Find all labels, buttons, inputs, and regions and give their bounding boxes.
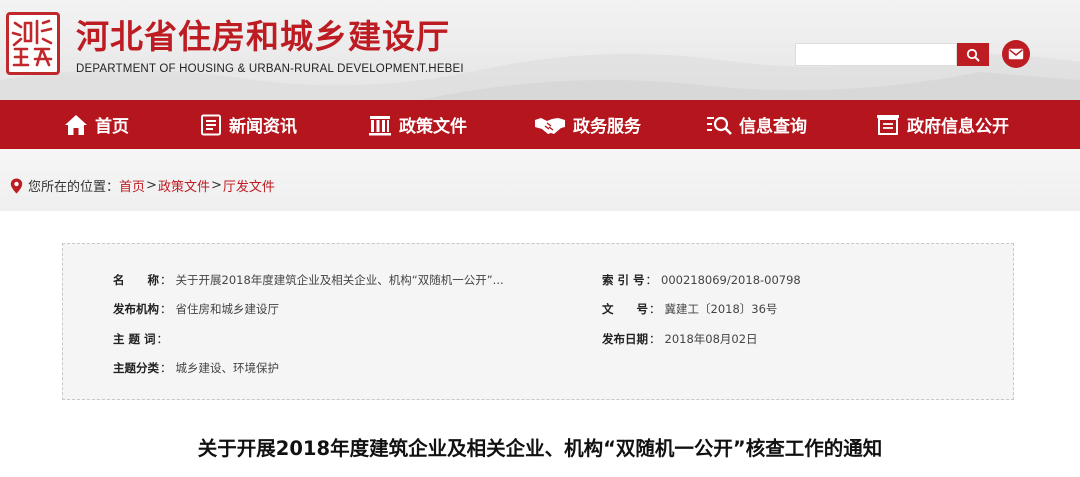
search-icon <box>966 48 980 62</box>
info-keywords-label: 主 题 词 <box>113 332 156 346</box>
info-colon: ： <box>649 332 661 346</box>
document-title: 关于开展2018年度建筑企业及相关企业、机构“双随机一公开”核查工作的通知 <box>197 437 883 460</box>
info-colon: ： <box>645 273 658 287</box>
info-keywords: 主 题 词： <box>113 331 172 347</box>
nav-label: 新闻资讯 <box>229 117 297 137</box>
info-colon: ： <box>649 302 661 316</box>
info-docno-label: 文 号 <box>602 302 648 316</box>
logo-seal <box>6 12 60 75</box>
info-category: 主题分类：城乡建设、环境保护 <box>113 360 279 376</box>
breadcrumb-prefix: 您所在的位置： <box>28 180 120 195</box>
search-input[interactable] <box>795 43 957 66</box>
nav-item-disclosure[interactable]: 政府信息公开 <box>876 100 1009 149</box>
info-index: 索 引 号： 000218069/2018-00798 <box>602 272 801 288</box>
info-date: 发布日期： 2018年08月02日 <box>602 331 758 347</box>
info-org-label: 发布机构 <box>113 302 159 316</box>
nav-label: 政策文件 <box>399 117 467 137</box>
breadcrumb-home[interactable]: 首页 <box>119 176 145 195</box>
nav-label: 信息查询 <box>739 117 807 137</box>
info-name: 名 称：关于开展2018年度建筑企业及相关企业、机构“双随机一公开”... <box>113 272 504 288</box>
mail-button[interactable] <box>1002 40 1030 68</box>
building-icon <box>369 115 391 135</box>
newspaper-icon <box>201 114 221 135</box>
info-index-value: 000218069/2018-00798 <box>661 273 801 287</box>
home-icon <box>65 114 87 135</box>
info-colon: ： <box>160 273 172 287</box>
site-header: 河北省住房和城乡建设厅 DEPARTMENT OF HOUSING & URBA… <box>0 0 1080 100</box>
info-date-value: 2018年08月02日 <box>664 332 758 346</box>
nav-item-query[interactable]: 信息查询 <box>706 100 807 149</box>
info-category-label: 主题分类 <box>113 361 159 375</box>
breadcrumb: 您所在的位置： 首页 > 政策文件 > 厅发文件 <box>10 176 275 195</box>
document-info-box <box>62 243 1014 400</box>
info-docno-value: 冀建工〔2018〕36号 <box>664 302 778 316</box>
site-subtitle: DEPARTMENT OF HOUSING & URBAN-RURAL DEVE… <box>76 63 464 75</box>
search-button[interactable] <box>957 43 989 66</box>
info-org-value: 省住房和城乡建设厅 <box>175 302 280 316</box>
document-list-icon <box>877 114 899 135</box>
nav-item-policy[interactable]: 政策文件 <box>368 100 467 149</box>
info-date-label: 发布日期 <box>602 332 648 346</box>
info-name-value: 关于开展2018年度建筑企业及相关企业、机构“双随机一公开”... <box>175 273 504 287</box>
info-index-label: 索 引 号 <box>602 273 645 287</box>
info-category-value: 城乡建设、环境保护 <box>175 361 280 375</box>
info-colon: ： <box>156 332 169 346</box>
nav-label: 政务服务 <box>573 117 641 137</box>
info-colon: ： <box>160 302 172 316</box>
mail-icon <box>1008 48 1024 60</box>
nav-item-news[interactable]: 新闻资讯 <box>200 100 297 149</box>
breadcrumb-dept-files[interactable]: 厅发文件 <box>223 176 275 195</box>
site-title: 河北省住房和城乡建设厅 <box>76 17 450 56</box>
info-colon: ： <box>160 361 172 375</box>
location-pin-icon <box>10 178 23 193</box>
nav-label: 政府信息公开 <box>907 117 1009 137</box>
main-nav: 首页 新闻资讯 政策文件 政务服务 信息查询 政府信息公开 <box>0 100 1080 149</box>
nav-label: 首页 <box>95 117 129 137</box>
handshake-icon <box>535 117 565 134</box>
breadcrumb-separator: > <box>146 178 157 193</box>
nav-item-services[interactable]: 政务服务 <box>534 100 641 149</box>
breadcrumb-separator: > <box>210 178 222 193</box>
search-list-icon <box>707 116 732 135</box>
breadcrumb-policy[interactable]: 政策文件 <box>158 176 210 195</box>
nav-item-home[interactable]: 首页 <box>64 100 129 149</box>
info-docno: 文 号：冀建工〔2018〕36号 <box>602 301 777 317</box>
info-name-label: 名 称 <box>113 273 159 287</box>
info-org: 发布机构：省住房和城乡建设厅 <box>113 301 279 317</box>
